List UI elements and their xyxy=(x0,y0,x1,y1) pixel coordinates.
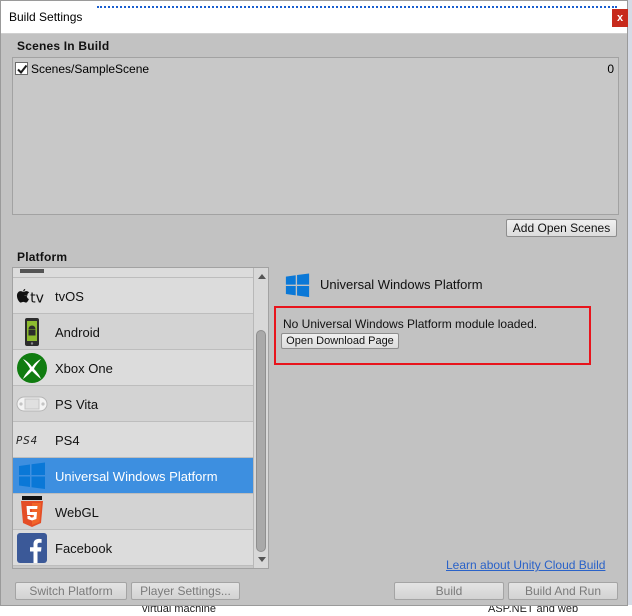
scroll-thumb[interactable] xyxy=(256,330,266,552)
scenes-in-build-label: Scenes In Build xyxy=(17,39,110,53)
unity-cloud-build-link[interactable]: Learn about Unity Cloud Build xyxy=(446,558,605,572)
platform-item-android[interactable]: Android xyxy=(13,314,253,350)
scroll-up-icon[interactable] xyxy=(254,269,268,283)
platform-label-uwp: Universal Windows Platform xyxy=(55,469,218,484)
switch-platform-button[interactable]: Switch Platform xyxy=(15,582,127,600)
background-text-right: ASP.NET and web development xyxy=(488,605,579,616)
background-text-left: virtual machine xyxy=(142,605,216,615)
windows-icon xyxy=(16,460,48,492)
platform-label-ps4: PS4 xyxy=(55,433,80,448)
platform-item-ps4[interactable]: PS4 PS4 xyxy=(13,422,253,458)
player-settings-button[interactable]: Player Settings... xyxy=(131,582,240,600)
platform-item-facebook[interactable]: Facebook xyxy=(13,530,253,566)
scene-checkbox[interactable] xyxy=(15,62,28,75)
platform-item-xbox-one[interactable]: Xbox One xyxy=(13,350,253,386)
build-button[interactable]: Build xyxy=(394,582,504,600)
scene-index: 0 xyxy=(607,62,614,76)
build-and-run-button[interactable]: Build And Run xyxy=(508,582,618,600)
platform-label-tvos: tvOS xyxy=(55,289,84,304)
title-bar: Build Settings x xyxy=(1,1,628,34)
platform-item-tvos[interactable]: tv tvOS xyxy=(13,278,253,314)
add-open-scenes-button[interactable]: Add Open Scenes xyxy=(506,219,617,237)
apple-tv-icon: tv xyxy=(16,280,48,312)
build-settings-window: Build Settings x Scenes In Build Scenes/… xyxy=(0,0,628,606)
html5-icon xyxy=(16,496,48,528)
platform-label: Platform xyxy=(17,250,68,264)
platform-item-uwp[interactable]: Universal Windows Platform xyxy=(13,458,253,494)
facebook-icon xyxy=(16,532,48,564)
checkmark-icon xyxy=(17,64,28,75)
platform-label-android: Android xyxy=(55,325,100,340)
open-download-page-button[interactable]: Open Download Page xyxy=(281,333,399,349)
platform-list-scrollbar[interactable] xyxy=(253,268,268,568)
platform-label-ps-vita: PS Vita xyxy=(55,397,99,412)
scenes-list[interactable]: Scenes/SampleScene 0 xyxy=(12,57,619,215)
uwp-header-windows-icon xyxy=(285,273,310,301)
close-button[interactable]: x xyxy=(612,9,628,27)
platform-label-facebook: Facebook xyxy=(55,541,113,556)
platform-item-partial[interactable] xyxy=(13,268,253,278)
tv-icon-text: tv xyxy=(30,291,44,307)
title-bar-focus-dots xyxy=(97,6,617,9)
ps-vita-icon xyxy=(16,388,48,420)
ps4-icon: PS4 xyxy=(16,424,48,456)
platform-details-title: Universal Windows Platform xyxy=(320,277,483,292)
platform-label-xbox-one: Xbox One xyxy=(55,361,113,376)
scene-name: Scenes/SampleScene xyxy=(31,62,150,76)
partial-platform-icon xyxy=(16,268,48,276)
platform-item-webgl[interactable]: WebGL xyxy=(13,494,253,530)
platform-item-ps-vita[interactable]: PS Vita xyxy=(13,386,253,422)
desktop-background-strip xyxy=(628,0,632,616)
desktop-background-bottom: virtual machine ASP.NET and web developm… xyxy=(0,605,632,616)
platform-list[interactable]: tv tvOS Android Xbox One PS Vita PS4 PS4… xyxy=(12,267,269,569)
module-not-loaded-message: No Universal Windows Platform module loa… xyxy=(283,317,538,331)
android-icon xyxy=(16,316,48,348)
xbox-icon xyxy=(16,352,48,384)
ps4-icon-text: PS4 xyxy=(16,435,38,447)
window-title: Build Settings xyxy=(9,10,83,24)
scene-row[interactable]: Scenes/SampleScene 0 xyxy=(15,61,616,77)
scroll-down-icon[interactable] xyxy=(254,553,268,567)
platform-label-webgl: WebGL xyxy=(55,505,99,520)
